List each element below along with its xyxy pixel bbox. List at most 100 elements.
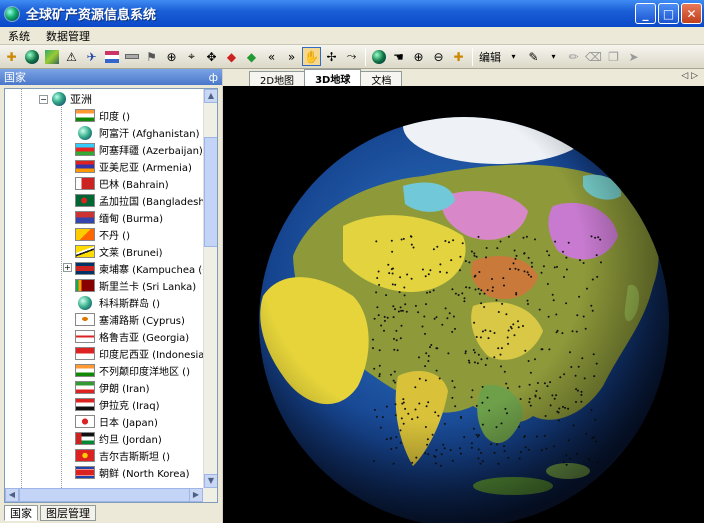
globe-render[interactable] [223, 86, 704, 523]
tree-item-country[interactable]: 不丹 () [75, 226, 207, 243]
tree-item-country[interactable]: 斯里兰卡 (Sri Lanka) [75, 277, 207, 294]
country-label: 巴林 (Bahrain) [99, 180, 169, 191]
country-label: 格鲁吉亚 (Georgia) [99, 333, 190, 344]
minimize-button[interactable]: _ [635, 3, 656, 24]
globe-viewer[interactable] [223, 86, 704, 523]
plane-icon[interactable]: ✈ [82, 47, 101, 66]
flag-icon [75, 245, 95, 258]
measure-icon[interactable]: ⤳ [342, 47, 361, 66]
edit-menu-button[interactable]: 编辑 [476, 49, 504, 65]
expand-icon[interactable]: + [63, 263, 72, 272]
scroll-thumb[interactable] [204, 137, 217, 247]
tab-3d-globe[interactable]: 3D地球 [304, 69, 362, 86]
raster-icon[interactable] [42, 47, 61, 66]
tree-item-country[interactable]: 柬埔寨 (Kampuchea (C [75, 260, 207, 277]
dropdown-arrow-icon[interactable]: ▾ [544, 47, 563, 66]
globe-icon [78, 125, 92, 140]
tree-item-country[interactable]: 巴林 (Bahrain) [75, 175, 207, 192]
tree-item-country[interactable]: 阿富汗 (Afghanistan) [75, 124, 207, 141]
eraser-icon[interactable]: ⌫ [584, 47, 603, 66]
tree-item-country[interactable]: 印度尼西亚 (Indonesia [75, 345, 207, 362]
pan-hand-icon[interactable]: ✋ [302, 47, 321, 66]
horizontal-scroll-thumb[interactable] [19, 488, 195, 502]
layer-green-icon[interactable]: ◆ [242, 47, 261, 66]
menu-data-management[interactable]: 数据管理 [38, 28, 98, 44]
ruler-icon[interactable] [122, 47, 141, 66]
target-icon[interactable]: ⌖ [182, 47, 201, 66]
tree-item-country[interactable]: 阿塞拜疆 (Azerbaijan) [75, 141, 207, 158]
sketch-icon[interactable]: ✎ [524, 47, 543, 66]
panel-title: 国家 [4, 71, 26, 84]
window-controls: _ □ ✕ [635, 3, 702, 24]
scroll-up-icon[interactable]: ▲ [204, 89, 217, 103]
copy-icon[interactable]: ❐ [604, 47, 623, 66]
tab-document[interactable]: 文档 [360, 71, 403, 87]
tree-item-country[interactable]: 文莱 (Brunei) [75, 243, 207, 260]
flag-icon [75, 279, 95, 292]
flag-icon[interactable]: ⚑ [142, 47, 161, 66]
maximize-button[interactable]: □ [658, 3, 679, 24]
flag-icon [75, 398, 95, 411]
country-label: 不列颠印度洋地区 () [99, 367, 190, 378]
horizontal-scrollbar[interactable]: ◀ ▶ [5, 488, 217, 502]
tree-item-country[interactable]: 不列颠印度洋地区 () [75, 362, 207, 379]
tab-layer-management[interactable]: 图层管理 [40, 505, 96, 521]
close-button[interactable]: ✕ [681, 3, 702, 24]
tree-item-country[interactable]: 印度 () [75, 107, 207, 124]
chart-icon[interactable] [102, 47, 121, 66]
flag-icon [75, 262, 95, 275]
tree-item-country[interactable]: 亚美尼亚 (Armenia) [75, 158, 207, 175]
zoom-in-icon[interactable]: ⊕ [162, 47, 181, 66]
crosshair-icon[interactable]: ✥ [202, 47, 221, 66]
country-tree[interactable]: − 亚洲 印度 () 阿富汗 (Afghanistan) 阿塞拜疆 (Azerbai… [4, 88, 218, 503]
add-layer-icon[interactable]: ✚ [2, 47, 21, 66]
flag-icon [75, 211, 95, 224]
tree-node-asia[interactable]: − 亚洲 [39, 91, 92, 107]
dropdown-arrow-icon[interactable]: ▾ [504, 47, 523, 66]
flag-icon [75, 194, 95, 207]
zoom-in2-icon[interactable]: ⊕ [409, 47, 428, 66]
warning-icon[interactable]: ⚠ [62, 47, 81, 66]
prev-icon[interactable]: « [262, 47, 281, 66]
tree-item-country[interactable]: 约旦 (Jordan) [75, 430, 207, 447]
move-icon[interactable]: ✢ [322, 47, 341, 66]
tree-item-country[interactable]: 缅甸 (Burma) [75, 209, 207, 226]
country-label: 塞浦路斯 (Cyprus) [99, 316, 185, 327]
country-label: 阿塞拜疆 (Azerbaijan) [99, 146, 203, 157]
tree-item-country[interactable]: 朝鲜 (North Korea) [75, 464, 207, 481]
tree-guide-line [21, 89, 22, 502]
hand-icon[interactable]: ☚ [389, 47, 408, 66]
country-label: 伊朗 (Iran) [99, 384, 150, 395]
add-point-icon[interactable]: ✚ [449, 47, 468, 66]
globe-icon[interactable] [22, 47, 41, 66]
pointer-icon[interactable]: ➤ [624, 47, 643, 66]
zoom-out-icon[interactable]: ⊖ [429, 47, 448, 66]
scroll-right-icon[interactable]: ▶ [189, 488, 203, 502]
country-label: 阿富汗 (Afghanistan) [99, 129, 200, 140]
tree-item-country[interactable]: 吉尔吉斯斯坦 () [75, 447, 207, 464]
flag-icon [75, 466, 95, 479]
scroll-down-icon[interactable]: ▼ [204, 474, 217, 488]
country-label: 斯里兰卡 (Sri Lanka) [99, 282, 197, 293]
tree-item-country[interactable]: 伊朗 (Iran) [75, 379, 207, 396]
toolbar-separator [472, 47, 473, 66]
tab-2d-map[interactable]: 2D地图 [249, 71, 306, 87]
tree-item-country[interactable]: 日本 (Japan) [75, 413, 207, 430]
tree-item-country[interactable]: 伊拉克 (Iraq) [75, 396, 207, 413]
tree-item-country[interactable]: 塞浦路斯 (Cyprus) [75, 311, 207, 328]
next-icon[interactable]: » [282, 47, 301, 66]
tree-item-country[interactable]: 格鲁吉亚 (Georgia) [75, 328, 207, 345]
layer-red-icon[interactable]: ◆ [222, 47, 241, 66]
tab-country[interactable]: 国家 [4, 505, 38, 521]
pencil-icon[interactable]: ✏ [564, 47, 583, 66]
menu-system[interactable]: 系统 [0, 28, 38, 44]
globe2-icon[interactable] [369, 47, 388, 66]
pin-icon[interactable]: ф [209, 71, 218, 84]
vertical-scrollbar[interactable]: ▲ ▼ [203, 89, 217, 502]
tab-scroll-arrows[interactable]: ◁ ▷ [681, 71, 698, 81]
scroll-left-icon[interactable]: ◀ [5, 488, 19, 502]
tree-item-country[interactable]: 科科斯群岛 () [75, 294, 207, 311]
collapse-icon[interactable]: − [39, 94, 48, 104]
tree-item-country[interactable]: 孟加拉国 (Bangladesh) [75, 192, 207, 209]
flag-icon [75, 432, 95, 445]
